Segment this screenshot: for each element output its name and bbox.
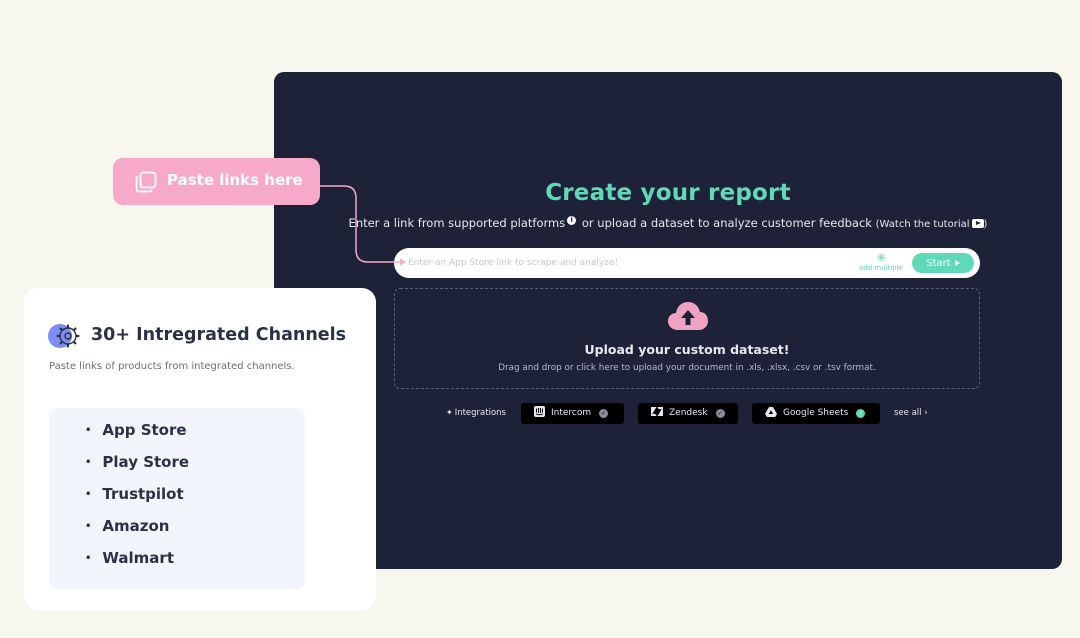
report-panel: Create your report Enter a link from sup… — [274, 72, 1062, 569]
report-title: Create your report — [545, 180, 791, 206]
channels-card: 30+ Intregrated Channels Paste links of … — [24, 288, 376, 610]
copy-icon — [135, 171, 157, 193]
integrations-row: ✦ Integrations Intercom ✓ Zendesk ✓ Google … — [446, 403, 946, 424]
link-input[interactable] — [408, 254, 828, 272]
play-icon — [954, 259, 960, 266]
info-icon[interactable]: i — [567, 216, 577, 225]
google-drive-icon — [765, 407, 777, 417]
intercom-icon — [534, 406, 545, 417]
upload-dropzone[interactable]: Upload your custom dataset! Drag and dro… — [394, 288, 980, 389]
list-item: Trustpilot — [85, 484, 189, 516]
channels-list: App Store Play Store Trustpilot Amazon W… — [49, 408, 305, 589]
paste-links-callout: Paste links here — [113, 158, 320, 205]
integration-intercom[interactable]: Intercom ✓ — [521, 403, 624, 424]
check-icon: ✓ — [856, 409, 866, 418]
report-subtitle: Enter a link from supported platforms i o… — [274, 216, 1062, 230]
channels-description: Paste links of products from integrated … — [49, 361, 295, 372]
cloud-upload-icon — [668, 302, 708, 330]
list-item: Play Store — [85, 452, 189, 484]
link-input-bar: + add multiple Start — [394, 248, 980, 278]
list-item: Amazon — [85, 516, 189, 548]
add-multiple-label: add multiple — [859, 264, 903, 272]
list-item: App Store — [85, 420, 189, 452]
youtube-icon — [971, 219, 984, 228]
integration-zendesk[interactable]: Zendesk ✓ — [638, 403, 738, 424]
integration-google-sheets[interactable]: Google Sheets ✓ — [752, 403, 880, 424]
check-icon: ✓ — [599, 409, 609, 418]
list-item: Walmart — [85, 548, 189, 580]
integrations-label: ✦ Integrations — [446, 408, 506, 418]
subtitle-text-2: or upload a dataset to analyze customer … — [581, 216, 872, 230]
check-icon: ✓ — [715, 409, 725, 418]
upload-description: Drag and drop or click here to upload yo… — [498, 363, 876, 373]
watch-tutorial-link[interactable]: (Watch the tutorial) — [876, 219, 987, 230]
start-button[interactable]: Start — [912, 253, 974, 273]
plus-icon: + — [876, 253, 886, 262]
gear-icon — [48, 324, 80, 348]
sparkle-icon: ✦ — [446, 408, 453, 417]
subtitle-text-1: Enter a link from supported platforms — [348, 216, 566, 230]
see-all-link[interactable]: see all › — [894, 408, 928, 418]
upload-title: Upload your custom dataset! — [584, 342, 790, 357]
channels-title: 30+ Intregrated Channels — [91, 325, 347, 345]
zendesk-icon — [651, 407, 663, 416]
add-multiple-button[interactable]: + add multiple — [856, 253, 906, 272]
paste-links-label: Paste links here — [167, 171, 303, 189]
